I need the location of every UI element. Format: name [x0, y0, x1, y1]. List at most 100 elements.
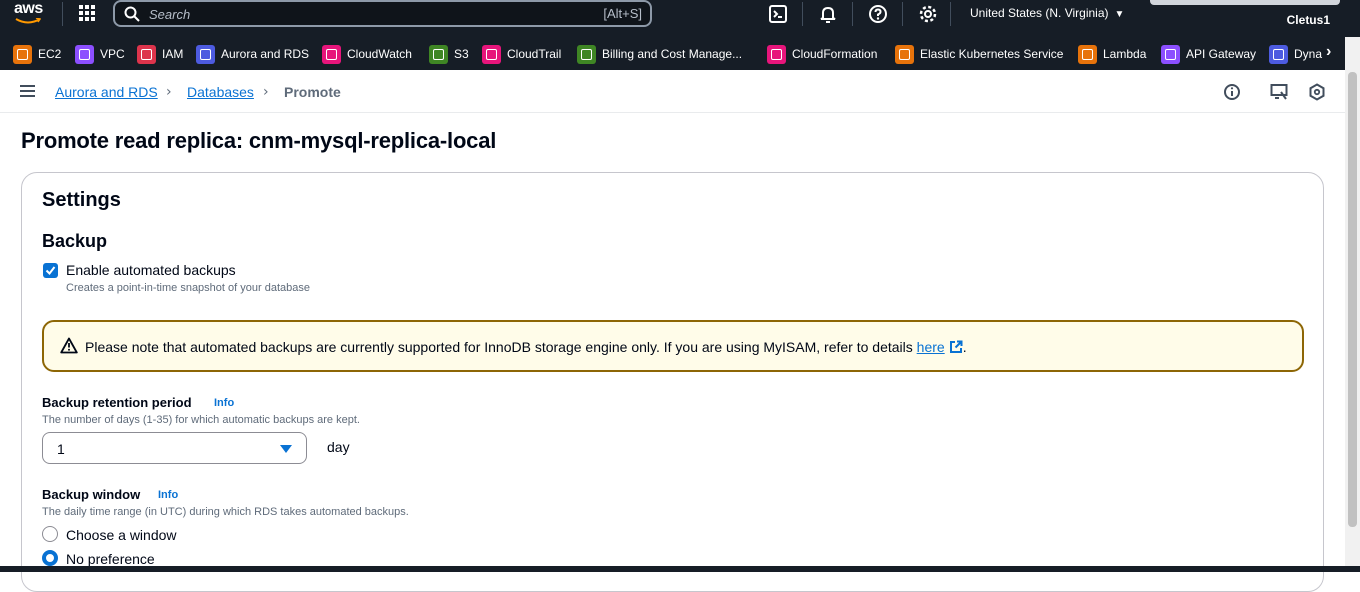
details-link[interactable]: here — [917, 339, 945, 355]
search-icon — [124, 6, 140, 22]
warning-icon — [60, 337, 78, 354]
info-icon[interactable] — [1223, 83, 1241, 101]
retention-period-select[interactable]: 1 — [42, 432, 307, 464]
favorite-label: CloudTrail — [507, 47, 562, 61]
favorite-ec2[interactable]: EC2 — [13, 44, 61, 64]
gear-icon[interactable] — [918, 4, 938, 24]
radio-no-preference[interactable] — [42, 550, 58, 566]
favorite-iam[interactable]: IAM — [137, 44, 183, 64]
favorite-vpc[interactable]: VPC — [75, 44, 125, 64]
scrollbar-thumb[interactable] — [1348, 72, 1357, 527]
backup-window-info-link[interactable]: Info — [158, 489, 178, 501]
retention-period-value: 1 — [57, 441, 65, 457]
retention-info-link[interactable]: Info — [214, 397, 234, 409]
search-shortcut: [Alt+S] — [603, 6, 642, 21]
favorites-bar: EC2 VPC IAM Aurora and RDS CloudWatch S3… — [0, 37, 1345, 70]
iam-icon — [137, 44, 156, 64]
radio-no-preference-label[interactable]: No preference — [66, 551, 155, 567]
favorite-label: VPC — [100, 47, 125, 61]
s3-icon — [429, 44, 448, 64]
favorite-label: Dyna — [1294, 47, 1323, 61]
favorite-dynamodb[interactable]: Dyna — [1269, 44, 1322, 64]
enable-backups-checkbox[interactable] — [43, 263, 58, 278]
caret-down-icon: ▼ — [1114, 9, 1125, 20]
dynamodb-icon — [1269, 44, 1288, 64]
favorite-label: Lambda — [1103, 47, 1147, 61]
cloudwatch-icon — [322, 44, 341, 64]
backup-window-description: The daily time range (in UTC) during whi… — [42, 506, 409, 518]
vertical-scrollbar[interactable] — [1345, 37, 1360, 572]
nav-divider — [62, 2, 63, 26]
favorite-label: IAM — [162, 47, 184, 61]
caret-down-icon — [280, 445, 292, 453]
warning-suffix: . — [962, 339, 967, 355]
billing-icon — [577, 44, 596, 64]
favorites-scroll-right-icon[interactable]: › — [1326, 43, 1331, 61]
details-link-text: here — [916, 339, 945, 355]
bottom-edge — [0, 566, 1360, 572]
checkmark-icon — [45, 266, 56, 276]
breadcrumb-aurora-rds[interactable]: Aurora and RDS — [55, 84, 158, 100]
favorite-billing[interactable]: Billing and Cost Manage... — [577, 44, 742, 64]
region-label: United States (N. Virginia) — [970, 6, 1109, 20]
favorite-label: S3 — [454, 47, 469, 61]
breadcrumb-bar: Aurora and RDS › Databases › Promote — [0, 70, 1345, 113]
favorite-api-gateway[interactable]: API Gateway — [1161, 44, 1256, 64]
api-gateway-icon — [1161, 44, 1180, 64]
radio-choose-window-label[interactable]: Choose a window — [66, 527, 177, 543]
favorite-eks[interactable]: Elastic Kubernetes Service — [895, 44, 1063, 64]
search-input[interactable]: Search [Alt+S] — [113, 0, 652, 27]
radio-choose-window[interactable] — [42, 526, 58, 542]
feedback-icon[interactable] — [1270, 83, 1288, 101]
backup-window-label: Backup window — [42, 487, 141, 502]
settings-container: Settings Backup Enable automated backups… — [21, 172, 1324, 592]
eks-icon — [895, 44, 914, 64]
bell-icon[interactable] — [818, 4, 838, 24]
cloudshell-icon[interactable] — [768, 4, 788, 24]
favorite-label: CloudWatch — [347, 47, 412, 61]
backup-heading: Backup — [42, 231, 108, 251]
ec2-icon — [13, 44, 32, 64]
nav-divider — [950, 2, 951, 26]
cloudformation-icon — [767, 44, 786, 64]
favorite-aurora-rds[interactable]: Aurora and RDS — [196, 44, 309, 64]
nav-divider — [852, 2, 853, 26]
favorite-cloudtrail[interactable]: CloudTrail — [482, 44, 561, 64]
favorite-label: Billing and Cost Manage... — [602, 47, 743, 61]
favorite-label: CloudFormation — [792, 47, 878, 61]
nav-divider — [802, 2, 803, 26]
settings-hex-icon[interactable] — [1308, 83, 1326, 101]
lambda-icon — [1078, 44, 1097, 64]
favorites-bar-spacer — [0, 28, 1360, 37]
enable-backups-label[interactable]: Enable automated backups — [66, 262, 236, 278]
region-selector[interactable]: United States (N. Virginia) ▼ — [970, 6, 1124, 20]
warning-alert: Please note that automated backups are c… — [42, 320, 1304, 372]
user-menu[interactable]: Cletus1 — [1287, 13, 1330, 27]
search-placeholder: Search — [149, 7, 191, 22]
help-icon[interactable] — [868, 4, 888, 24]
favorite-s3[interactable]: S3 — [429, 44, 469, 64]
services-grid-icon[interactable] — [78, 4, 98, 24]
rds-icon — [196, 44, 215, 64]
chevron-right-icon: › — [263, 84, 269, 100]
aws-logo-text: aws — [14, 0, 43, 17]
breadcrumb-current: Promote — [284, 84, 341, 100]
nav-divider — [902, 2, 903, 26]
favorite-label: Elastic Kubernetes Service — [920, 47, 1064, 61]
warning-text: Please note that automated backups are c… — [85, 339, 913, 355]
breadcrumb-databases[interactable]: Databases — [187, 84, 254, 100]
retention-period-label: Backup retention period — [42, 395, 192, 410]
favorite-cloudformation[interactable]: CloudFormation — [767, 44, 877, 64]
favorite-cloudwatch[interactable]: CloudWatch — [322, 44, 412, 64]
external-link-icon — [949, 340, 963, 353]
account-id-badge[interactable]: Account ID: 6814-5010-6018 — [1150, 0, 1340, 5]
chevron-right-icon: › — [166, 84, 172, 100]
page-title: Promote read replica: cnm-mysql-replica-… — [21, 128, 497, 153]
retention-period-description: The number of days (1-35) for which auto… — [42, 414, 360, 426]
warning-message: Please note that automated backups are c… — [85, 339, 967, 355]
menu-icon[interactable] — [20, 85, 35, 97]
favorite-lambda[interactable]: Lambda — [1078, 44, 1146, 64]
favorite-label: Aurora and RDS — [221, 47, 310, 61]
aws-logo[interactable]: aws — [12, 0, 48, 28]
vpc-icon — [75, 44, 94, 64]
